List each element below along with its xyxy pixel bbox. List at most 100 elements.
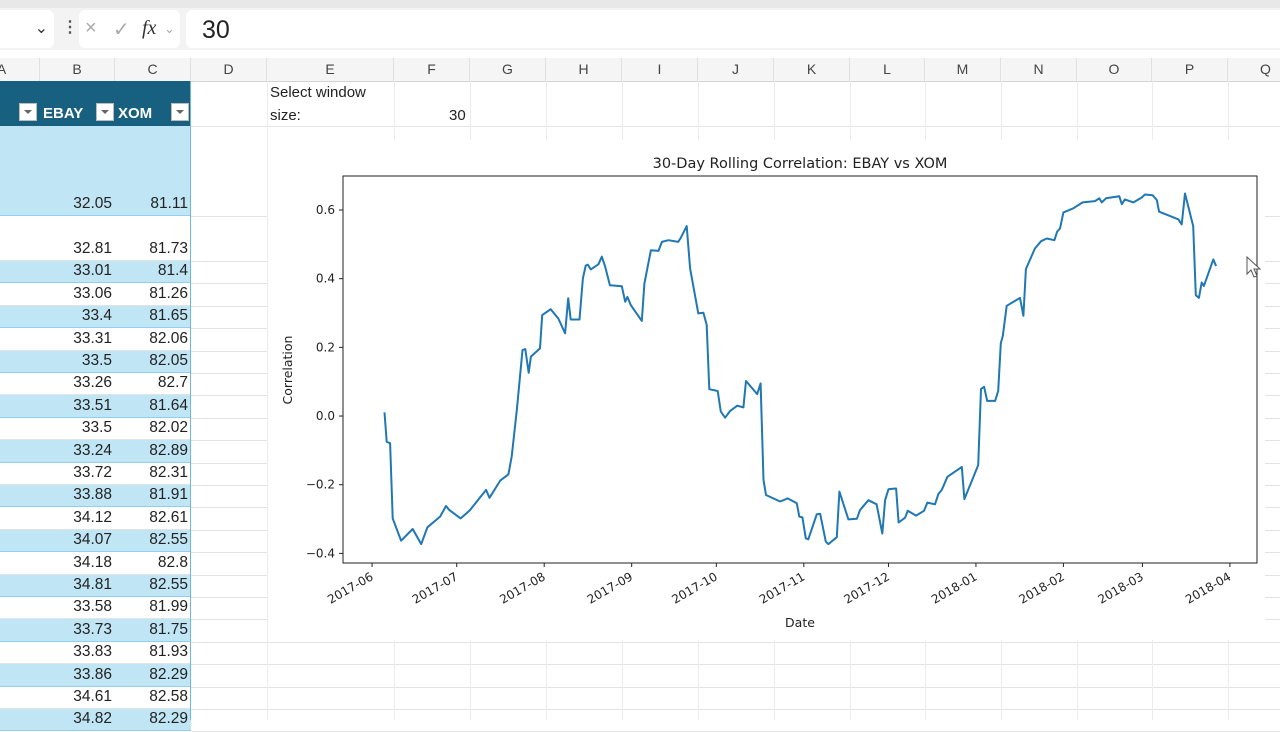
- formula-input[interactable]: 30: [186, 10, 1280, 48]
- cell-c[interactable]: 82.55: [115, 576, 188, 594]
- cell-b[interactable]: 34.81: [40, 576, 112, 594]
- column-header-b[interactable]: B: [40, 58, 115, 81]
- cancel-icon[interactable]: ×: [85, 17, 97, 40]
- column-header-p[interactable]: P: [1152, 58, 1228, 81]
- cell-c[interactable]: 81.11: [115, 195, 188, 213]
- filter-dropdown-button[interactable]: [19, 103, 37, 121]
- cell-b[interactable]: 33.5: [40, 352, 112, 370]
- table-row[interactable]: 201733.5181.64: [0, 395, 191, 418]
- cell-b[interactable]: 33.5: [40, 419, 112, 437]
- cell-c[interactable]: 82.05: [115, 352, 188, 370]
- table-row[interactable]: 201733.5881.99: [0, 597, 191, 620]
- cell-b[interactable]: 33.86: [40, 666, 112, 684]
- chart-image[interactable]: 30-Day Rolling Correlation: EBAY vs XOM …: [268, 140, 1265, 640]
- column-header-e[interactable]: E: [267, 58, 394, 81]
- cell-c[interactable]: 82.29: [115, 710, 188, 728]
- cell-c[interactable]: 82.61: [115, 509, 188, 527]
- cell-c[interactable]: 81.64: [115, 397, 188, 415]
- table-row[interactable]: 201733.7381.75: [0, 619, 191, 642]
- cell-b[interactable]: 34.61: [40, 688, 112, 706]
- cell-b[interactable]: 34.12: [40, 509, 112, 527]
- cell-b[interactable]: 32.81: [40, 240, 112, 258]
- cell-b[interactable]: 33.24: [40, 442, 112, 460]
- table-row[interactable]: 201734.8282.29: [0, 709, 191, 732]
- cell-c[interactable]: 82.29: [115, 666, 188, 684]
- table-row[interactable]: 201734.1282.61: [0, 507, 191, 530]
- table-row[interactable]: 201734.1882.8: [0, 552, 191, 575]
- cell-b[interactable]: 32.05: [40, 195, 112, 213]
- cell-c[interactable]: 81.75: [115, 621, 188, 639]
- table-row[interactable]: 201733.3182.06: [0, 328, 191, 351]
- cell-b[interactable]: 33.4: [40, 307, 112, 325]
- insert-function-button[interactable]: fx: [142, 17, 156, 40]
- column-header-q[interactable]: Q: [1228, 58, 1280, 81]
- table-row[interactable]: 201733.8881.91: [0, 485, 191, 508]
- table-row[interactable]: 201732.0581.11: [0, 126, 191, 216]
- column-header-m[interactable]: M: [925, 58, 1001, 81]
- table-row[interactable]: 201734.8182.55: [0, 574, 191, 597]
- table-row[interactable]: 201733.582.05: [0, 350, 191, 373]
- column-header-j[interactable]: J: [698, 58, 774, 81]
- table-row[interactable]: 201733.8682.29: [0, 664, 191, 687]
- table-row[interactable]: 201733.2682.7: [0, 373, 191, 396]
- cell-c[interactable]: 82.58: [115, 688, 188, 706]
- cell-b[interactable]: 33.88: [40, 486, 112, 504]
- cell-b[interactable]: 33.26: [40, 374, 112, 392]
- column-header-c[interactable]: C: [115, 58, 191, 81]
- cell-b[interactable]: 33.01: [40, 262, 112, 280]
- column-header-l[interactable]: L: [850, 58, 925, 81]
- cell-b[interactable]: 33.06: [40, 285, 112, 303]
- more-options-icon[interactable]: ⋮: [62, 17, 78, 37]
- table-row[interactable]: 201734.6182.58: [0, 687, 191, 709]
- cell-c[interactable]: 81.4: [115, 262, 188, 280]
- cell-c[interactable]: 81.73: [115, 240, 188, 258]
- table-row[interactable]: 201732.8181.73: [0, 216, 191, 261]
- window-size-input[interactable]: 30: [449, 107, 466, 124]
- table-row[interactable]: 201733.8381.93: [0, 642, 191, 665]
- column-header-g[interactable]: G: [470, 58, 546, 81]
- cell-c[interactable]: 81.91: [115, 486, 188, 504]
- cell-c[interactable]: 81.26: [115, 285, 188, 303]
- column-header-a[interactable]: A: [0, 58, 40, 81]
- cell-b[interactable]: 33.51: [40, 397, 112, 415]
- column-header-d[interactable]: D: [191, 58, 267, 81]
- column-header-i[interactable]: I: [622, 58, 698, 81]
- cell-b[interactable]: 33.58: [40, 598, 112, 616]
- cell-b[interactable]: 33.83: [40, 643, 112, 661]
- column-header-f[interactable]: F: [394, 58, 470, 81]
- chevron-down-icon[interactable]: ⌄: [164, 21, 175, 37]
- cell-b[interactable]: 33.72: [40, 464, 112, 482]
- cell-b[interactable]: 34.07: [40, 531, 112, 549]
- enter-icon[interactable]: ✓: [113, 17, 130, 42]
- cell-c[interactable]: 82.8: [115, 554, 188, 572]
- cell-b[interactable]: 34.18: [40, 554, 112, 572]
- cell-c[interactable]: 82.02: [115, 419, 188, 437]
- cell-c[interactable]: 82.06: [115, 330, 188, 348]
- cell-c[interactable]: 81.65: [115, 307, 188, 325]
- cell-c[interactable]: 82.89: [115, 442, 188, 460]
- table-row[interactable]: 201733.0681.26: [0, 283, 191, 306]
- cell-c[interactable]: 81.99: [115, 598, 188, 616]
- cell-c[interactable]: 82.31: [115, 464, 188, 482]
- table-row[interactable]: 201733.2482.89: [0, 440, 191, 463]
- row-gridline: [191, 686, 1280, 688]
- cell-b[interactable]: 33.31: [40, 330, 112, 348]
- table-row[interactable]: 201733.481.65: [0, 305, 191, 329]
- cell-b[interactable]: 33.73: [40, 621, 112, 639]
- column-header-n[interactable]: N: [1001, 58, 1077, 81]
- name-box[interactable]: ⌄: [0, 10, 54, 48]
- cell-c[interactable]: 82.55: [115, 531, 188, 549]
- column-header-h[interactable]: H: [546, 58, 622, 81]
- table-row[interactable]: 201733.7282.31: [0, 463, 191, 485]
- table-row[interactable]: 201733.0181.4: [0, 261, 191, 284]
- filter-dropdown-button[interactable]: [96, 103, 114, 121]
- table-row[interactable]: 201733.582.02: [0, 418, 191, 441]
- table-row[interactable]: 201734.0782.55: [0, 529, 191, 553]
- cell-b[interactable]: 34.82: [40, 710, 112, 728]
- chevron-down-icon[interactable]: ⌄: [35, 18, 48, 38]
- cell-c[interactable]: 81.93: [115, 643, 188, 661]
- column-header-o[interactable]: O: [1077, 58, 1152, 81]
- column-header-k[interactable]: K: [774, 58, 850, 81]
- filter-dropdown-button[interactable]: [171, 103, 189, 121]
- cell-c[interactable]: 82.7: [115, 374, 188, 392]
